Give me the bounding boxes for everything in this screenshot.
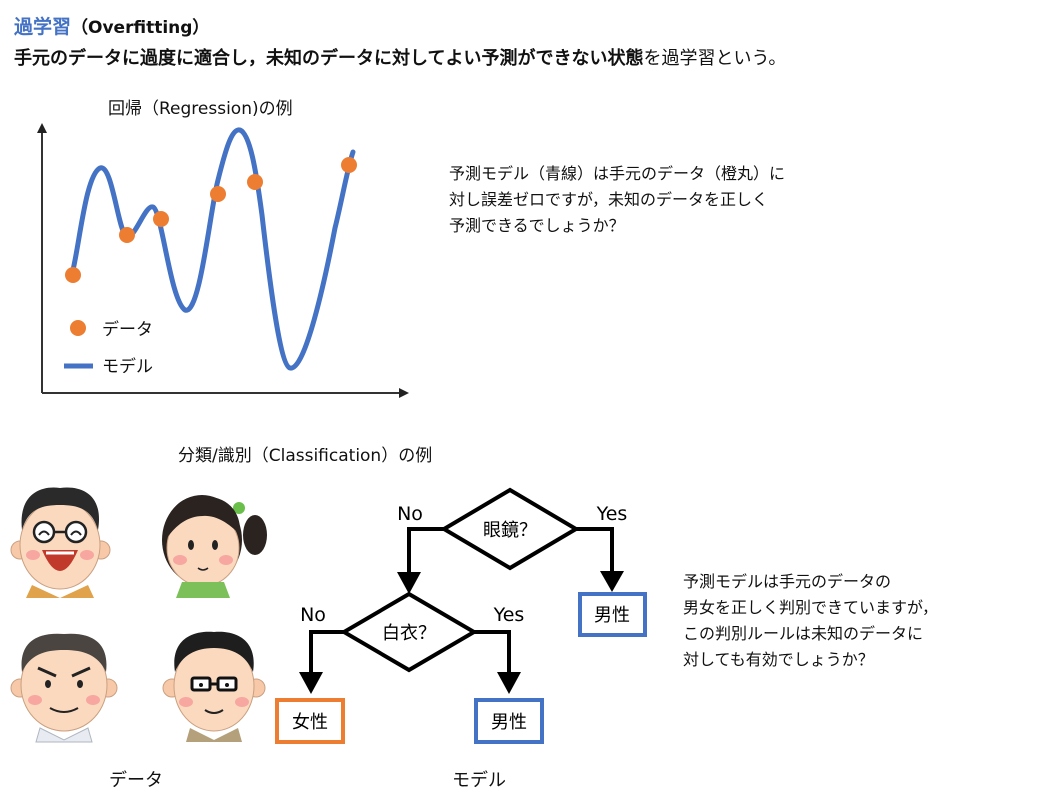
legend-data-marker [70,320,86,336]
face-man-glasses-laughing-icon [10,487,111,598]
classification-label: 分類/識別（Classification）の例 [178,446,433,466]
data-caption: データ [109,770,163,791]
root-no-branch [407,527,444,578]
node-yes-label: Yes [493,604,525,626]
root-yes-arrowhead [600,571,624,592]
leaf-male-root-label: 男性 [594,605,630,626]
node-no-branch [309,630,344,678]
root-yes-label: Yes [596,503,628,525]
data-point [119,227,135,243]
node-question: 白衣？ [382,623,436,644]
root-question: 眼鏡？ [483,520,537,541]
legend-data-label: データ [102,319,153,340]
classification-note-line: この判別ルールは未知のデータに [683,624,924,643]
regression-note: 予測モデル（青線）は手元のデータ（橙丸）に 対し誤差ゼロですが，未知のデータを正… [449,161,785,239]
leaf-male-label: 男性 [491,712,527,733]
node-yes-branch [474,630,511,678]
model-caption: モデル [452,770,506,791]
root-no-label: No [397,503,423,525]
root-yes-branch [576,527,614,577]
regression-note-line: 対し誤差ゼロですが，未知のデータを正しく [449,190,769,209]
regression-plot: データ モデル 眼鏡？ No Yes 男性 白衣？ No Yes 女性 男性 [10,123,647,744]
data-point [153,211,169,227]
classification-note-line: 男女を正しく判別できていますが， [683,598,939,617]
classification-note-line: 対しても有効でしょうか？ [683,650,874,669]
node-yes-arrowhead [497,672,521,694]
data-point [247,174,263,190]
regression-note-line: 予測モデル（青線）は手元のデータ（橙丸）に [449,164,786,183]
regression-note-line: 予測できるでしょうか？ [449,216,625,235]
node-no-label: No [300,604,326,626]
leaf-female-label: 女性 [292,712,328,733]
root-no-arrowhead [397,572,421,594]
face-man-black-glasses-icon [162,631,266,742]
node-no-arrowhead [299,672,323,694]
classification-note-line: 予測モデルは手元のデータの [683,572,892,591]
data-point [210,186,226,202]
decision-tree: 眼鏡？ No Yes 男性 白衣？ No Yes 女性 男性 [275,487,647,744]
face-girl-icon [162,495,267,598]
face-angry-man-icon [10,633,118,743]
classification-note: 予測モデルは手元のデータの 男女を正しく判別できていますが， この判別ルールは未… [683,569,938,673]
data-point [65,267,81,283]
data-point [341,157,357,173]
legend-model-label: モデル [102,356,153,377]
